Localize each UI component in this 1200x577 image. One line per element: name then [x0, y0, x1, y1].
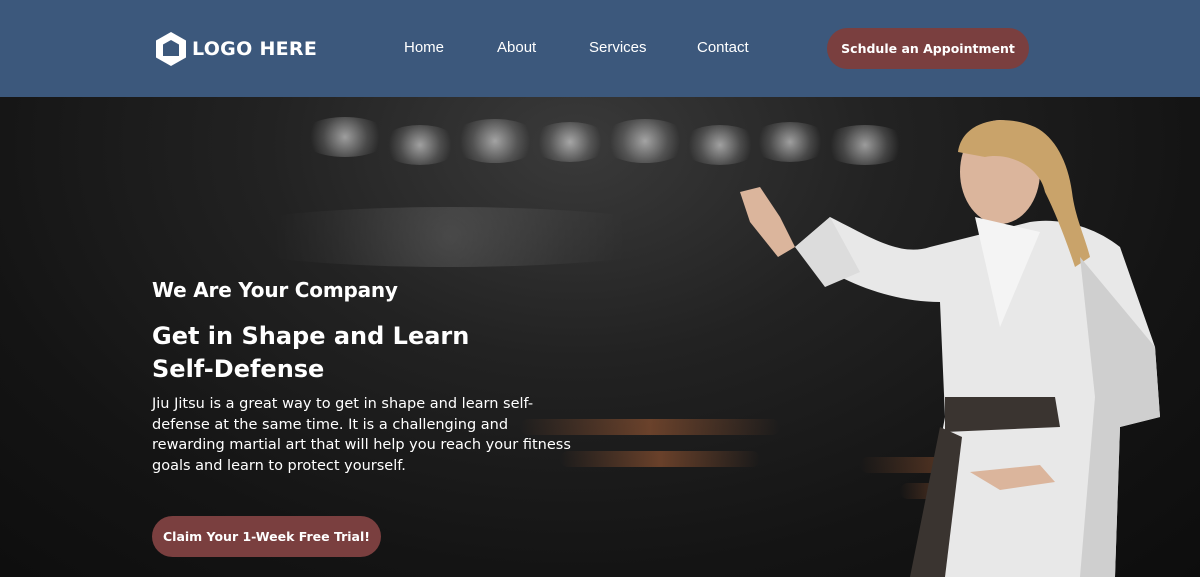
free-trial-button[interactable]: Claim Your 1-Week Free Trial! — [152, 516, 381, 557]
nav-about[interactable]: About — [497, 38, 536, 58]
nav-services[interactable]: Services — [589, 38, 647, 58]
hero-headline: Get in Shape and Learn Self-Defense — [152, 322, 470, 383]
site-header: LOGO HERE Home About Services Contact Sc… — [0, 0, 1200, 97]
nav-home[interactable]: Home — [404, 38, 444, 58]
hero-description: Jiu Jitsu is a great way to get in shape… — [152, 396, 571, 474]
hero-section: We Are Your Company Get in Shape and Lea… — [0, 97, 1200, 577]
schedule-appointment-button[interactable]: Schdule an Appointment — [827, 28, 1029, 69]
martial-artist-image — [740, 120, 1160, 577]
logo-hexagon-icon — [156, 32, 186, 66]
logo-text: LOGO HERE — [192, 38, 318, 60]
logo[interactable]: LOGO HERE — [154, 31, 317, 67]
nav-contact[interactable]: Contact — [697, 38, 749, 58]
hero-eyebrow: We Are Your Company — [152, 278, 398, 302]
